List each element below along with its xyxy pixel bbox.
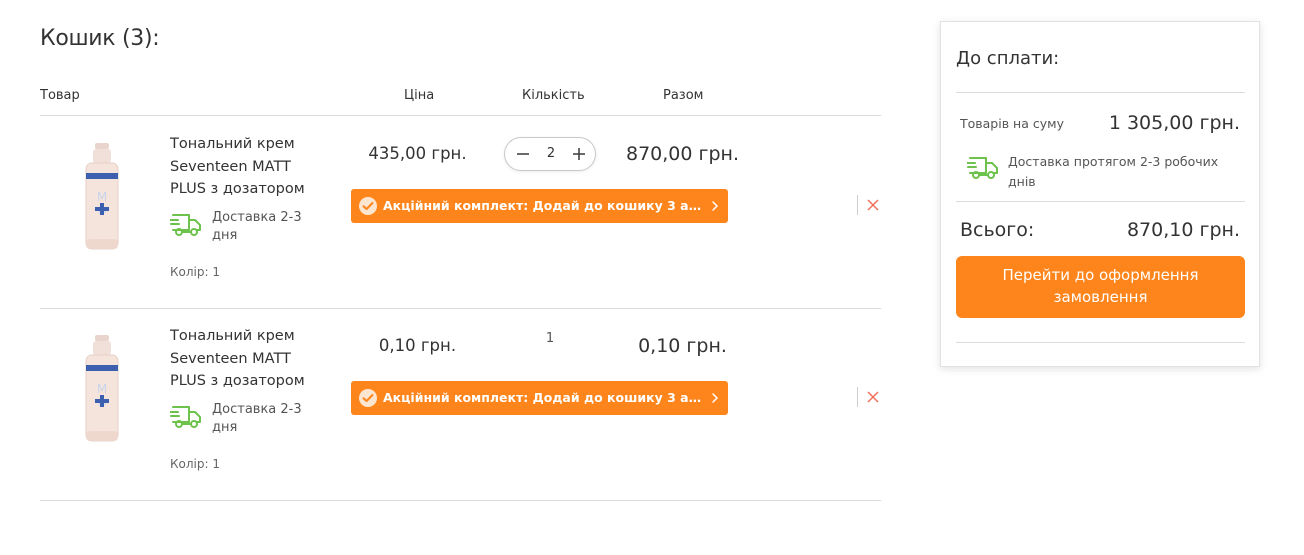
chevron-right-icon bbox=[712, 201, 719, 211]
product-color: Колір: 1 bbox=[170, 457, 220, 471]
cart-item-row: M A Тональний крем Seventeen MATT PLUS з… bbox=[40, 117, 881, 309]
summary-title: До сплати: bbox=[956, 48, 1060, 69]
divider bbox=[857, 195, 858, 215]
order-summary: До сплати: Товарів на суму 1 305,00 грн.… bbox=[940, 21, 1260, 367]
divider bbox=[857, 387, 858, 407]
product-name[interactable]: Тональний крем Seventeen MATT PLUS з доз… bbox=[170, 325, 320, 393]
quantity-value: 1 bbox=[545, 331, 555, 346]
item-total: 870,00 грн. bbox=[625, 143, 740, 165]
quantity-value[interactable]: 2 bbox=[541, 146, 561, 161]
checkout-button[interactable]: Перейти до оформлення замовлення bbox=[956, 256, 1245, 318]
item-price: 0,10 грн. bbox=[378, 336, 457, 355]
delivery-info: Доставка протягом 2-3 робочих днів bbox=[967, 152, 1237, 192]
product-color: Колір: 1 bbox=[170, 265, 220, 279]
check-circle-icon bbox=[359, 389, 377, 407]
product-name[interactable]: Тональний крем Seventeen MATT PLUS з доз… bbox=[170, 133, 320, 201]
column-header-price: Ціна bbox=[404, 88, 435, 103]
product-image[interactable]: M A bbox=[82, 335, 122, 445]
truck-icon bbox=[170, 214, 201, 236]
promo-text: Акційний комплект: Додай до кошику 3 або… bbox=[383, 198, 703, 213]
delivery-info: Доставка 2-3 дня bbox=[170, 401, 330, 441]
promo-text: Акційний комплект: Додай до кошику 3 або… bbox=[383, 390, 703, 405]
truck-icon bbox=[967, 157, 998, 179]
divider bbox=[956, 342, 1245, 343]
promo-banner[interactable]: Акційний комплект: Додай до кошику 3 або… bbox=[351, 381, 728, 415]
item-total: 0,10 грн. bbox=[638, 335, 727, 357]
column-header-quantity: Кількість bbox=[522, 88, 585, 103]
product-image[interactable]: M A bbox=[82, 143, 122, 253]
grand-total-value: 870,10 грн. bbox=[1126, 219, 1240, 241]
divider bbox=[956, 92, 1245, 93]
delivery-info: Доставка 2-3 дня bbox=[170, 209, 330, 249]
close-icon[interactable] bbox=[866, 198, 880, 212]
close-icon[interactable] bbox=[866, 390, 880, 404]
chevron-right-icon bbox=[712, 393, 719, 403]
goods-sum-value: 1 305,00 грн. bbox=[1108, 112, 1240, 134]
check-circle-icon bbox=[359, 197, 377, 215]
quantity-stepper: 2 bbox=[504, 137, 596, 171]
delivery-text: Доставка протягом 2-3 робочих днів bbox=[1008, 154, 1219, 189]
cart-item-row: M A Тональний крем Seventeen MATT PLUS з… bbox=[40, 309, 881, 501]
promo-banner[interactable]: Акційний комплект: Додай до кошику 3 або… bbox=[351, 189, 728, 223]
goods-sum-label: Товарів на суму bbox=[960, 116, 1064, 131]
grand-total-label: Всього: bbox=[960, 219, 1035, 241]
column-header-total: Разом bbox=[663, 88, 704, 103]
truck-icon bbox=[170, 406, 201, 428]
delivery-text: Доставка 2-3 дня bbox=[212, 402, 302, 435]
plus-icon[interactable] bbox=[570, 145, 588, 163]
cart-title: Кошик (3): bbox=[40, 26, 160, 51]
divider bbox=[956, 201, 1245, 202]
cart-table-header: Товар Ціна Кількість Разом bbox=[40, 88, 881, 116]
item-price: 435,00 грн. bbox=[368, 144, 467, 163]
minus-icon[interactable] bbox=[514, 145, 532, 163]
delivery-text: Доставка 2-3 дня bbox=[212, 210, 302, 243]
column-header-product: Товар bbox=[40, 88, 80, 103]
